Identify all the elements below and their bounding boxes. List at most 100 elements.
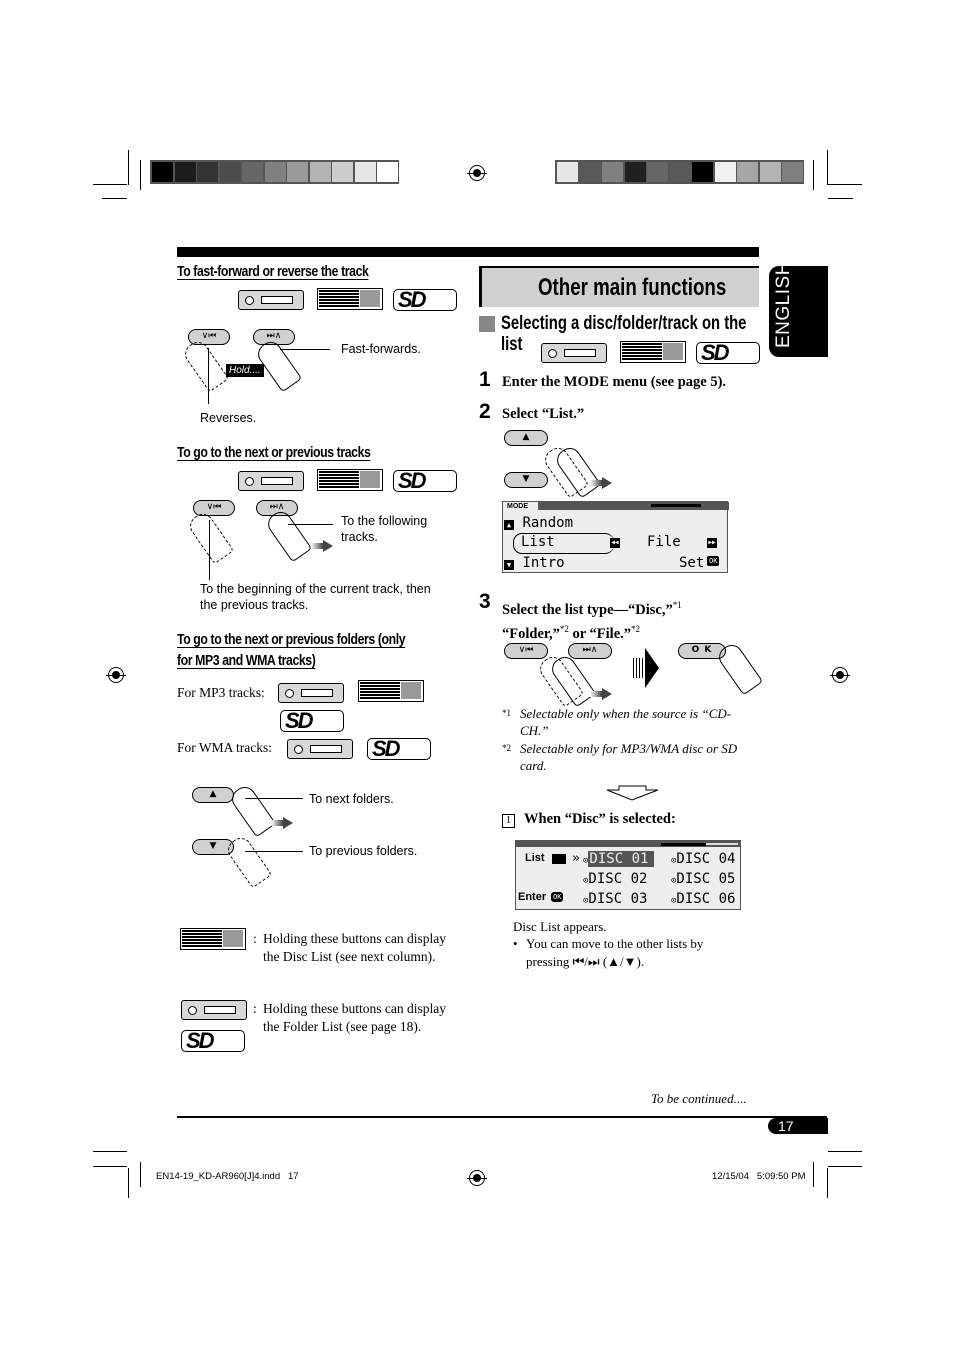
bottom-rule xyxy=(177,1116,827,1118)
up-arrow-icon: ▲ xyxy=(504,520,514,530)
sd-card-icon: SD xyxy=(367,736,431,761)
heading-fast-forward: To fast-forward or reverse the track xyxy=(177,263,369,280)
color-swatch xyxy=(782,162,803,182)
disc-item-selected[interactable]: ⊙DISC 01 xyxy=(583,851,655,867)
color-swatch xyxy=(332,162,353,182)
finger-icon xyxy=(180,337,230,393)
unit-icon xyxy=(181,1000,247,1020)
disc-item[interactable]: ⊙DISC 06 xyxy=(671,891,735,907)
disc-item[interactable]: ⊙DISC 05 xyxy=(671,871,735,887)
disc-item[interactable]: ⊙DISC 04 xyxy=(671,851,735,867)
arrow-right-icon xyxy=(271,817,293,829)
color-swatch xyxy=(579,162,601,182)
color-bar-right xyxy=(555,160,804,184)
next-button[interactable]: ⏭∧ xyxy=(568,643,612,659)
note-separator: : xyxy=(253,1001,257,1016)
color-swatch xyxy=(354,162,376,182)
color-swatch xyxy=(287,162,308,182)
color-swatch xyxy=(669,162,691,182)
color-swatch xyxy=(197,162,218,182)
color-swatch xyxy=(602,162,623,182)
disc-list-appears: Disc List appears. xyxy=(513,919,607,934)
color-swatch xyxy=(309,162,331,182)
sd-card-icon: SD xyxy=(181,1028,245,1053)
lcd-random: Random xyxy=(522,515,574,531)
registration-mark-icon xyxy=(467,1170,487,1186)
up-button[interactable]: ▲ xyxy=(192,787,234,803)
cd-changer-icon xyxy=(358,680,424,702)
footnote-ref: *1 xyxy=(672,600,682,610)
up-button[interactable]: ▲ xyxy=(504,430,548,446)
subsection-marker xyxy=(479,316,495,332)
step-number: 1 xyxy=(479,368,491,391)
unit-icon xyxy=(287,739,353,759)
cd-changer-icon xyxy=(180,928,246,950)
footnote-ref: *2 xyxy=(631,623,641,634)
color-swatch xyxy=(737,162,758,182)
cd-changer-icon xyxy=(317,469,383,491)
sd-card-icon: SD xyxy=(696,340,760,365)
lcd-set: Set xyxy=(679,555,705,571)
note-disc-list: Holding these buttons can display the Di… xyxy=(263,931,446,964)
unit-icon xyxy=(238,471,304,491)
unit-icon xyxy=(541,343,607,363)
arrow-right-icon xyxy=(311,540,333,552)
color-swatch xyxy=(624,162,646,182)
wma-label: For WMA tracks: xyxy=(177,740,272,755)
top-rule xyxy=(177,247,759,257)
rewind-icon: ◀◀ xyxy=(610,538,620,548)
finger-icon xyxy=(263,507,313,563)
color-swatch xyxy=(714,162,736,182)
case-label: When “Disc” is selected: xyxy=(524,811,676,827)
lcd-list: List xyxy=(521,534,555,550)
callout-previous-folders: To previous folders. xyxy=(309,844,418,858)
color-swatch xyxy=(759,162,781,182)
page-number: 17 xyxy=(778,1118,794,1134)
down-arrow-icon: ▼ xyxy=(504,560,514,570)
forward-icon: ▶▶ xyxy=(707,538,717,548)
callout-previous-tracks: To the beginning of the current track, t… xyxy=(200,582,431,612)
registration-mark-icon xyxy=(106,667,126,683)
subsection-title-line2: list xyxy=(501,334,523,355)
step-text: Enter the MODE menu (see page 5). xyxy=(502,374,727,390)
color-swatch xyxy=(174,162,196,182)
color-swatch xyxy=(692,162,713,182)
lcd-intro: Intro xyxy=(522,555,565,571)
finger-icon xyxy=(185,509,235,565)
file-slug: EN14-19_KD-AR960[J]4.indd 17 xyxy=(156,1171,299,1182)
callout-following-tracks: To the following tracks. xyxy=(341,514,428,544)
to-be-continued: To be continued.... xyxy=(651,1091,747,1106)
color-swatch xyxy=(242,162,263,182)
disc-item[interactable]: ⊙DISC 02 xyxy=(583,871,647,887)
disc-list-lcd: List Enter OK » ⊙DISC 01 ⊙DISC 02 ⊙DISC … xyxy=(515,840,741,910)
language-tab: ENGLISH xyxy=(769,261,828,357)
sd-card-icon: SD xyxy=(280,708,344,733)
subsection-title: Selecting a disc/folder/track on the xyxy=(501,313,747,334)
case-box: 1 xyxy=(502,814,515,828)
registration-mark-icon xyxy=(830,667,850,683)
finger-icon xyxy=(227,782,277,838)
callout-fast-forwards: Fast-forwards. xyxy=(341,342,421,356)
mode-lcd-display: MODE ▲ Random List ▼ Intro ◀◀ File ▶▶ Se… xyxy=(502,501,729,573)
footnote: *2 Selectable only for MP3/WMA disc or S… xyxy=(502,741,738,773)
disc-item[interactable]: ⊙DISC 03 xyxy=(583,891,647,907)
finger-icon xyxy=(714,640,764,696)
footnote-ref: *2 xyxy=(559,623,569,634)
down-button[interactable]: ▼ xyxy=(504,472,548,488)
prev-button[interactable]: ∨⏮ xyxy=(504,643,548,659)
note-separator: : xyxy=(253,931,257,946)
heading-next-prev-folders: To go to the next or previous folders (o… xyxy=(177,631,406,648)
color-bar-left xyxy=(150,160,399,184)
color-swatch xyxy=(264,162,286,182)
arrow-right-icon xyxy=(590,477,612,489)
language-tab-label: ENGLISH xyxy=(773,261,794,348)
sd-card-icon: SD xyxy=(393,287,457,312)
unit-icon xyxy=(238,290,304,310)
step3-text-c: or “File.” xyxy=(568,625,632,642)
finger-icon xyxy=(223,833,273,889)
cd-changer-icon xyxy=(620,341,686,363)
callout-reverses: Reverses. xyxy=(200,411,257,425)
sd-card-icon: SD xyxy=(393,468,457,493)
down-arrow-outline-icon xyxy=(606,785,659,801)
big-arrow-icon xyxy=(633,648,659,688)
